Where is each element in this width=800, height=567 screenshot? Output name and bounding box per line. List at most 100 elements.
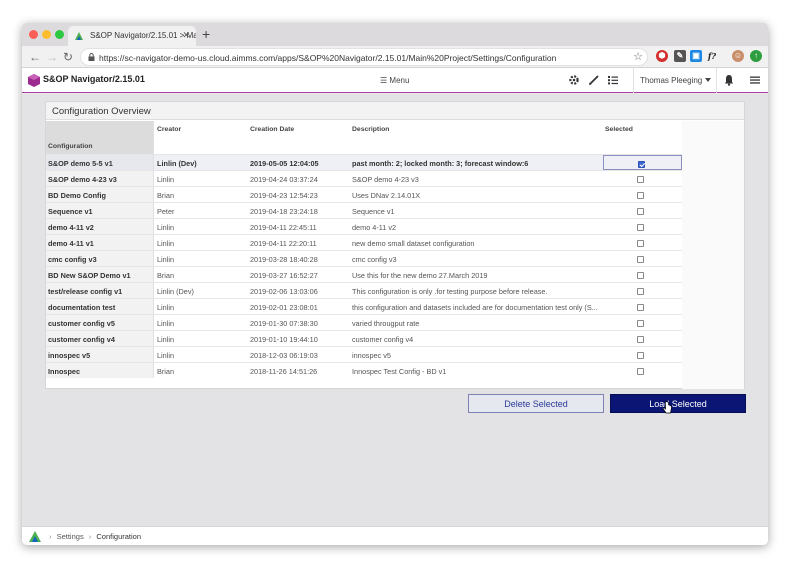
cell-creation-date: 2019-01-30 07:38:30	[250, 319, 318, 328]
breadcrumb-separator-icon: ›	[88, 532, 92, 541]
hamburger-icon[interactable]	[749, 74, 761, 86]
menu-label: Menu	[389, 76, 410, 85]
cell-creator: Linlin	[157, 223, 175, 232]
cell-selected	[603, 331, 682, 346]
gear-icon[interactable]	[568, 74, 580, 86]
column-header-configuration[interactable]: Configuration	[46, 121, 154, 154]
breadcrumb: › Settings › Configuration	[46, 532, 141, 541]
cell-description: varied througput rate	[352, 319, 420, 328]
cell-description: Use this for the new demo 27.March 2019	[352, 271, 488, 280]
cell-description: past month: 2; locked month: 3; forecast…	[352, 159, 529, 168]
aimms-home-icon[interactable]	[29, 531, 41, 542]
selected-checkbox[interactable]	[637, 192, 644, 199]
table-row[interactable]: innospec v5 Linlin 2018-12-03 06:19:03 inno…	[46, 346, 682, 362]
cell-creation-date: 2019-03-27 16:52:27	[250, 271, 318, 280]
browser-tab[interactable]: S&OP Navigator/2.15.01 > Mai ✕	[68, 26, 196, 46]
selected-checkbox[interactable]	[637, 272, 644, 279]
table-row[interactable]: Innospec Brian 2018-11-26 14:51:26 Innospec…	[46, 362, 682, 378]
table-row[interactable]: Sequence v1 Peter 2019-04-18 23:24:18 Seque…	[46, 202, 682, 218]
chevron-down-icon	[705, 78, 711, 82]
cell-creation-date: 2019-04-11 22:45:11	[250, 223, 317, 232]
column-header-description[interactable]: Description	[352, 121, 602, 154]
table-row[interactable]: BD New S&OP Demo v1 Brian 2019-03-27 16:52…	[46, 266, 682, 282]
selected-checkbox[interactable]	[637, 368, 644, 375]
configuration-panel: Configuration Overview Configuration Cre…	[45, 101, 745, 389]
back-icon[interactable]: ←	[29, 49, 41, 65]
bell-icon[interactable]	[723, 74, 735, 86]
column-header-creator[interactable]: Creator	[155, 121, 249, 154]
selected-checkbox[interactable]	[638, 161, 645, 168]
column-header-selected[interactable]: Selected	[603, 121, 682, 154]
selected-checkbox[interactable]	[637, 176, 644, 183]
extension-icon[interactable]: ✎	[674, 50, 686, 62]
list-icon[interactable]	[607, 74, 619, 86]
app-header: S&OP Navigator/2.15.01 ☰ Menu Thomas Ple…	[22, 68, 768, 93]
maximize-window-button[interactable]	[55, 30, 64, 39]
cell-configuration: test/release config v1	[46, 283, 154, 298]
column-header-creation-date[interactable]: Creation Date	[250, 121, 352, 154]
cell-description: cmc config v3	[352, 255, 397, 264]
selected-checkbox[interactable]	[637, 336, 644, 343]
delete-selected-button[interactable]: Delete Selected	[468, 394, 604, 413]
cell-creation-date: 2019-05-05 12:04:05	[250, 159, 319, 168]
selected-checkbox[interactable]	[637, 288, 644, 295]
selected-checkbox[interactable]	[637, 224, 644, 231]
table-row[interactable]: customer config v5 Linlin 2019-01-30 07:38…	[46, 314, 682, 330]
cell-creation-date: 2019-03-28 18:40:28	[250, 255, 318, 264]
tab-title: S&OP Navigator/2.15.01 > Mai	[90, 31, 196, 40]
profile-avatar[interactable]: ☺	[732, 50, 744, 62]
close-window-button[interactable]	[29, 30, 38, 39]
cell-creator: Brian	[157, 191, 175, 200]
cell-creation-date: 2019-02-01 23:08:01	[250, 303, 318, 312]
update-icon[interactable]: ↑	[750, 50, 762, 62]
selected-checkbox[interactable]	[637, 208, 644, 215]
load-selected-button[interactable]: Load Selected	[610, 394, 746, 413]
extension-lock-icon[interactable]: ▣	[690, 50, 702, 62]
table-row[interactable]: BD Demo Config Brian 2019-04-23 12:54:23 Us…	[46, 186, 682, 202]
table-row[interactable]: S&OP demo 4-23 v3 Linlin 2019-04-24 03:37:…	[46, 170, 682, 186]
cell-creation-date: 2019-02-06 13:03:06	[250, 287, 318, 296]
breadcrumb-separator-icon: ›	[49, 532, 52, 541]
main-menu-button[interactable]: ☰ Menu	[380, 76, 409, 85]
cell-selected	[603, 251, 682, 266]
bookmark-star-icon[interactable]: ☆	[633, 50, 643, 63]
cell-creator: Linlin	[157, 255, 175, 264]
selected-checkbox[interactable]	[637, 240, 644, 247]
cell-creator: Linlin (Dev)	[157, 287, 194, 296]
forward-icon[interactable]: →	[46, 49, 58, 65]
close-tab-icon[interactable]: ✕	[182, 30, 190, 41]
breadcrumb-settings[interactable]: Settings	[57, 532, 84, 541]
cell-creator: Linlin	[157, 319, 175, 328]
lock-icon	[88, 53, 95, 61]
selected-checkbox[interactable]	[637, 256, 644, 263]
ublock-extension-icon[interactable]: ⬢	[656, 50, 668, 62]
new-tab-icon[interactable]: +	[202, 26, 210, 42]
table-row[interactable]: demo 4-11 v2 Linlin 2019-04-11 22:45:11 dem…	[46, 218, 682, 234]
cell-configuration: demo 4-11 v1	[46, 235, 154, 250]
cell-description: customer config v4	[352, 335, 414, 344]
cell-description: new demo small dataset configuration	[352, 239, 475, 248]
selected-checkbox[interactable]	[637, 304, 644, 311]
cell-creator: Linlin	[157, 303, 175, 312]
table-row[interactable]: demo 4-11 v1 Linlin 2019-04-11 22:20:11 new…	[46, 234, 682, 250]
selected-checkbox[interactable]	[637, 352, 644, 359]
cell-description: Innospec Test Config - BD v1	[352, 367, 447, 376]
function-extension-icon[interactable]: f?	[706, 50, 718, 62]
user-menu[interactable]: Thomas Pleeging	[633, 68, 717, 93]
reload-icon[interactable]: ↻	[63, 49, 73, 65]
browser-window: S&OP Navigator/2.15.01 > Mai ✕ + ← → ↻ h…	[22, 23, 768, 545]
cell-creator: Linlin (Dev)	[157, 159, 197, 168]
cell-description: This configuration is only .for testing …	[352, 287, 548, 296]
table-row[interactable]: customer config v4 Linlin 2019-01-10 19:44…	[46, 330, 682, 346]
main-content: Configuration Overview Configuration Cre…	[22, 94, 768, 526]
cell-creation-date: 2018-12-03 06:19:03	[250, 351, 318, 360]
table-row[interactable]: documentation test Linlin 2019-02-01 23:08…	[46, 298, 682, 314]
table-row[interactable]: test/release config v1 Linlin (Dev) 2019-0…	[46, 282, 682, 298]
pencil-icon[interactable]	[588, 74, 600, 86]
table-row[interactable]: cmc config v3 Linlin 2019-03-28 18:40:28 cm…	[46, 250, 682, 266]
cell-description: Uses DNav 2.14.01X	[352, 191, 421, 200]
address-bar[interactable]: https://sc-navigator-demo-us.cloud.aimms…	[80, 48, 648, 66]
table-row[interactable]: S&OP demo 5-5 v1 Linlin (Dev) 2019-05-05 1…	[46, 154, 682, 170]
selected-checkbox[interactable]	[637, 320, 644, 327]
minimize-window-button[interactable]	[42, 30, 51, 39]
